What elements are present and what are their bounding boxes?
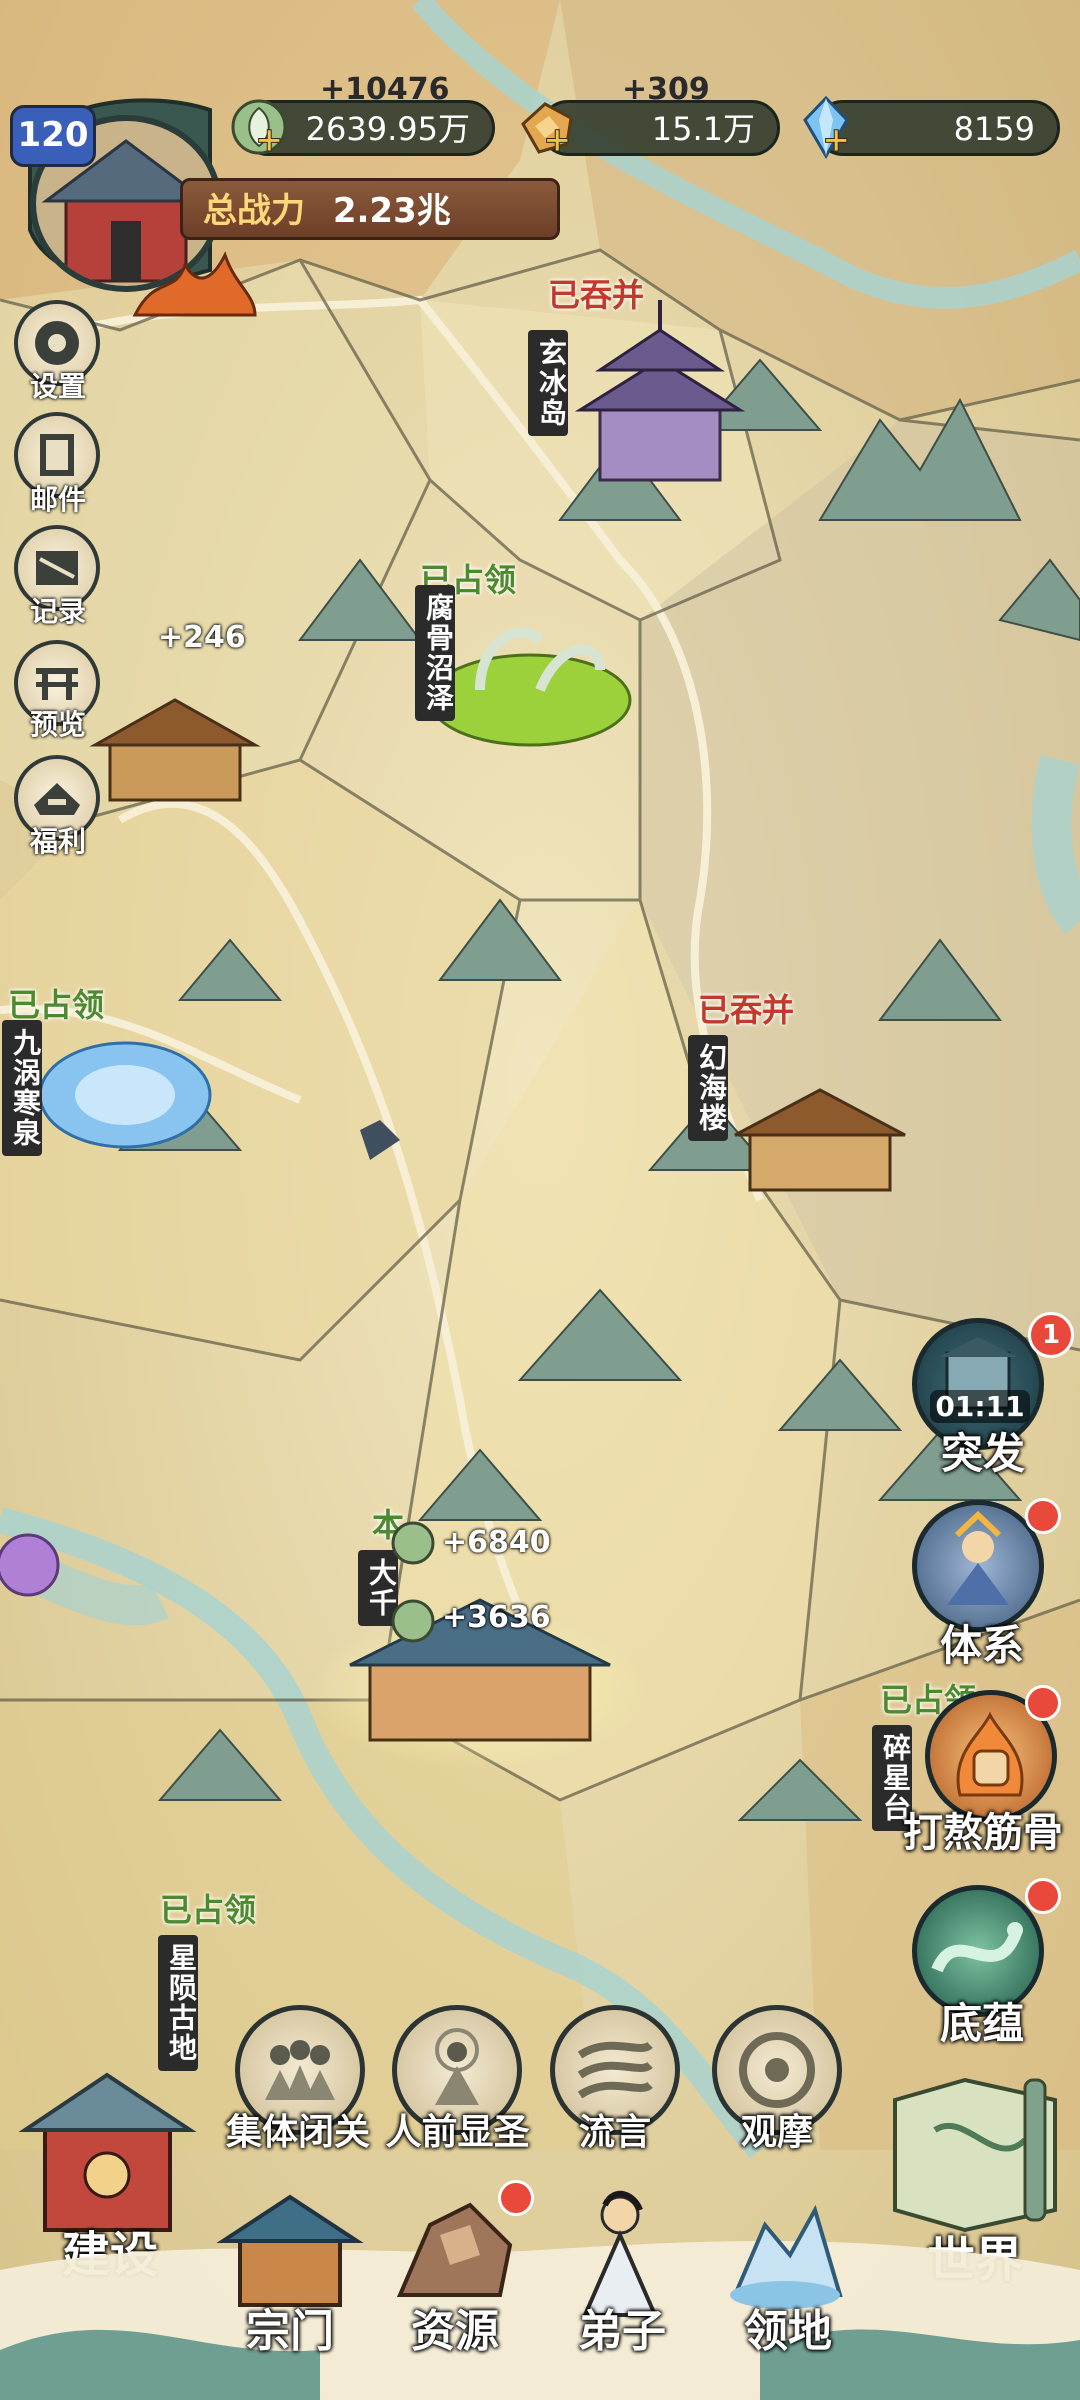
nav-sect-label: 宗门 [246,2306,334,2357]
resource-3-add-icon[interactable]: + [822,120,851,161]
nav-disciple-label: 弟子 [578,2306,666,2357]
settings-label: 设置 [29,370,86,403]
record-label: 记录 [29,595,86,628]
flame-decoration-icon [132,251,257,317]
heritage-notification-dot [1025,1878,1061,1914]
home-gain-2-leaf-icon[interactable] [390,1598,436,1644]
rumor-label: 流言 [578,2112,651,2153]
home-gain-2: +3636 [442,1600,551,1635]
training-notification-dot [1025,1685,1061,1721]
breakthrough-badge: 1 [1028,1312,1074,1358]
map-left-gain: +246 [158,620,246,655]
system-notification-dot [1025,1498,1061,1534]
nav-territory-label: 领地 [744,2306,832,2357]
location-huanhai-status: 已吞并 [698,991,795,1029]
location-jiuwo-label[interactable]: 九涡寒泉 [2,1020,42,1156]
power-value: 2.23兆 [332,191,451,231]
welfare-label: 福利 [29,825,86,858]
manifest-saint-label: 人前显圣 [385,2112,530,2153]
home-gain-1: +6840 [442,1525,551,1560]
bottom-nav-bar [0,2241,1080,2400]
preview-label: 预览 [29,708,86,741]
nav-resource-notification-dot [498,2180,534,2216]
location-xuanbing-label[interactable]: 玄冰岛 [528,330,568,436]
resource-1-add-icon[interactable]: + [255,120,284,161]
mail-label: 邮件 [29,483,86,516]
location-huanhai-label[interactable]: 幻海楼 [688,1035,728,1141]
power-label: 总战力 [203,191,305,231]
location-fugu-label[interactable]: 腐骨沼泽 [415,585,455,721]
home-gain-1-leaf-icon[interactable] [390,1520,436,1566]
location-xingyun-label[interactable]: 星陨古地 [158,1935,198,2071]
observe-label: 观摩 [740,2112,813,2153]
heritage-label: 底蕴 [939,1999,1024,2048]
breakthrough-timer: 01:11 [930,1390,1030,1423]
location-xuanbing-status: 已吞并 [548,276,645,314]
location-xingyun-status: 已占领 [160,1891,257,1929]
nav-resource-label: 资源 [411,2306,499,2357]
level-badge: 120 [10,105,96,167]
resource-2-add-icon[interactable]: + [543,120,572,161]
sage-figure-icon [947,1510,1009,1605]
total-power-banner: 总战力 2.23兆 [180,178,560,240]
collective-retreat-label: 集体闭关 [225,2112,370,2153]
training-label: 打熬筋骨 [903,1810,1063,1856]
breakthrough-label: 突发 [940,1429,1025,1478]
system-label: 体系 [939,1621,1024,1670]
